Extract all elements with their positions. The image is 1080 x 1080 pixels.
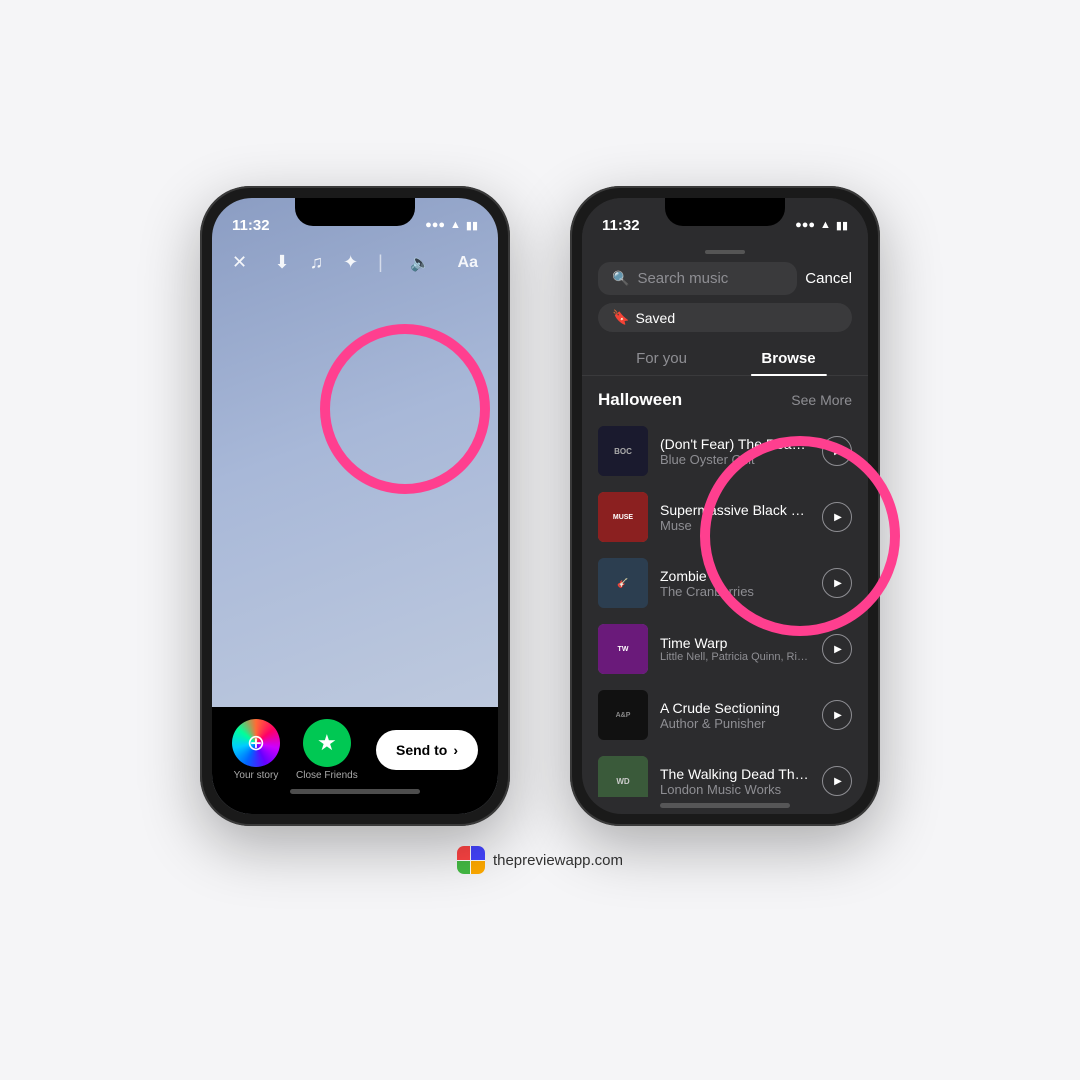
album-art-5: WD: [598, 756, 648, 797]
song-artist-5: London Music Works: [660, 782, 810, 797]
your-story-label: Your story: [234, 770, 279, 781]
song-info-2: Zombie The Cranberries: [660, 568, 810, 599]
song-title-1: Supermassive Black Hole: [660, 502, 810, 518]
home-indicator-right: [660, 803, 790, 808]
notch-right: [665, 198, 785, 226]
search-bar: 🔍 Search music Cancel: [582, 262, 868, 295]
album-art-2: 🎸: [598, 558, 648, 608]
song-artist-3: Little Nell, Patricia Quinn, Richard O'B…: [660, 651, 810, 663]
your-story-btn[interactable]: ⊕ Your story: [232, 719, 280, 781]
brand-url: thepreviewapp.com: [493, 852, 623, 869]
play-button-5[interactable]: ▶: [822, 766, 852, 796]
battery-icon: ▮▮: [466, 219, 478, 232]
song-info-3: Time Warp Little Nell, Patricia Quinn, R…: [660, 635, 810, 663]
bottom-bar: ⊕ Your story ★ Close Friends Send to ›: [212, 707, 498, 814]
album-art-0: BOC: [598, 426, 648, 476]
battery-icon-right: ▮▮: [836, 219, 848, 232]
play-icon-0: ▶: [834, 446, 842, 457]
status-icons-left: ●●● ▲ ▮▮: [425, 219, 478, 232]
song-info-1: Supermassive Black Hole Muse: [660, 502, 810, 533]
tab-browse[interactable]: Browse: [725, 342, 852, 375]
status-icons-right: ●●● ▲ ▮▮: [795, 219, 848, 232]
song-item-0[interactable]: BOC (Don't Fear) The Reaper Blue Oyster …: [582, 418, 868, 484]
signal-icon-right: ●●●: [795, 219, 815, 231]
play-icon-2: ▶: [834, 578, 842, 589]
play-icon-1: ▶: [834, 512, 842, 523]
close-friends-circle: ★: [303, 719, 351, 767]
saved-tab[interactable]: 🔖 Saved: [598, 303, 852, 332]
song-title-3: Time Warp: [660, 635, 810, 651]
left-phone: 11:32 ●●● ▲ ▮▮ ✕ ⬇ ♫ ✦ | 🔈 Aa: [200, 186, 510, 826]
saved-label: Saved: [635, 310, 675, 326]
tab-for-you[interactable]: For you: [598, 342, 725, 375]
song-artist-1: Muse: [660, 518, 810, 533]
song-list: BOC (Don't Fear) The Reaper Blue Oyster …: [582, 418, 868, 797]
play-button-3[interactable]: ▶: [822, 634, 852, 664]
song-info-5: The Walking Dead Theme Tune London Music…: [660, 766, 810, 797]
send-to-label: Send to: [396, 742, 447, 758]
close-friends-label: Close Friends: [296, 770, 358, 781]
song-title-4: A Crude Sectioning: [660, 700, 810, 716]
close-friends-icon: ★: [317, 730, 337, 756]
cancel-button[interactable]: Cancel: [805, 270, 852, 287]
album-art-3: TW: [598, 624, 648, 674]
song-title-5: The Walking Dead Theme Tune: [660, 766, 810, 782]
play-button-2[interactable]: ▶: [822, 568, 852, 598]
branding: thepreviewapp.com: [457, 846, 623, 874]
time-right: 11:32: [602, 217, 640, 234]
section-header: Halloween See More: [582, 390, 868, 410]
play-button-1[interactable]: ▶: [822, 502, 852, 532]
play-icon-5: ▶: [834, 776, 842, 787]
music-panel: 11:32 ●●● ▲ ▮▮ 🔍 Search music Cancel: [582, 198, 868, 814]
album-art-1: MUSE: [598, 492, 648, 542]
song-artist-4: Author & Punisher: [660, 716, 810, 731]
bookmark-icon: 🔖: [612, 309, 629, 326]
song-item-4[interactable]: A&P A Crude Sectioning Author & Punisher…: [582, 682, 868, 748]
your-story-icon: ⊕: [247, 730, 265, 756]
play-icon-4: ▶: [834, 710, 842, 721]
play-button-0[interactable]: ▶: [822, 436, 852, 466]
song-item-3[interactable]: TW Time Warp Little Nell, Patricia Quinn…: [582, 616, 868, 682]
song-title-0: (Don't Fear) The Reaper: [660, 436, 810, 452]
song-artist-0: Blue Oyster Cult: [660, 452, 810, 467]
search-icon: 🔍: [612, 270, 629, 287]
album-art-4: A&P: [598, 690, 648, 740]
drag-handle: [705, 250, 745, 254]
close-friends-btn[interactable]: ★ Close Friends: [296, 719, 358, 781]
song-item-1[interactable]: MUSE Supermassive Black Hole Muse ▶: [582, 484, 868, 550]
notch: [295, 198, 415, 226]
song-item-2[interactable]: 🎸 Zombie The Cranberries ▶: [582, 550, 868, 616]
story-canvas: [212, 242, 498, 734]
send-to-arrow: ›: [453, 742, 458, 758]
song-artist-2: The Cranberries: [660, 584, 810, 599]
song-info-0: (Don't Fear) The Reaper Blue Oyster Cult: [660, 436, 810, 467]
wifi-icon: ▲: [450, 219, 461, 231]
signal-icon: ●●●: [425, 219, 445, 231]
right-phone: 11:32 ●●● ▲ ▮▮ 🔍 Search music Cancel: [570, 186, 880, 826]
home-indicator-left: [290, 789, 420, 794]
your-story-circle: ⊕: [232, 719, 280, 767]
wifi-icon-right: ▲: [820, 219, 831, 231]
tabs-row: For you Browse: [582, 342, 868, 376]
search-placeholder: Search music: [637, 270, 728, 287]
song-info-4: A Crude Sectioning Author & Punisher: [660, 700, 810, 731]
play-icon-3: ▶: [834, 644, 842, 655]
send-to-button[interactable]: Send to ›: [376, 730, 478, 770]
section-title: Halloween: [598, 390, 682, 410]
song-item-5[interactable]: WD The Walking Dead Theme Tune London Mu…: [582, 748, 868, 797]
see-more-button[interactable]: See More: [791, 392, 852, 408]
play-button-4[interactable]: ▶: [822, 700, 852, 730]
time-left: 11:32: [232, 217, 270, 234]
song-title-2: Zombie: [660, 568, 810, 584]
search-input-wrap[interactable]: 🔍 Search music: [598, 262, 797, 295]
